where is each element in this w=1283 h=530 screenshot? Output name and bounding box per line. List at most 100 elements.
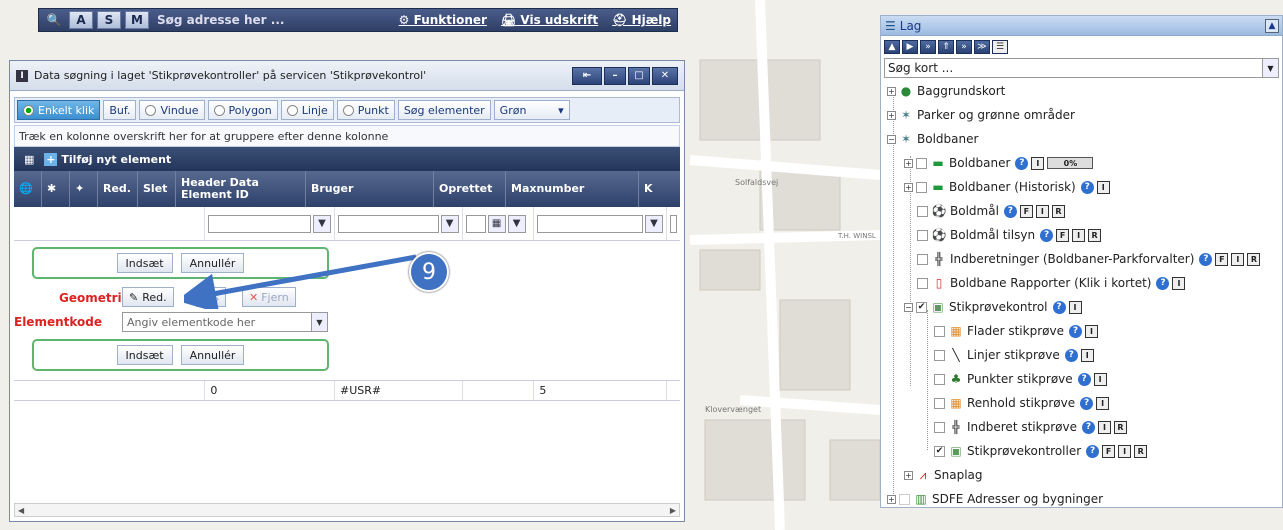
help-link[interactable]: ⛑ Hjælp xyxy=(612,13,671,27)
horizontal-scrollbar[interactable]: ◀ ▶ xyxy=(14,503,680,517)
help-icon[interactable]: ? xyxy=(1080,396,1094,410)
col-header-id[interactable]: Header Data Element ID xyxy=(176,171,306,207)
layer-item-boldbaner-group[interactable]: − ✶ Boldbaner xyxy=(887,128,978,150)
info-icon[interactable]: I xyxy=(1172,276,1186,290)
filter-input-maxnumber[interactable] xyxy=(537,214,644,233)
mode-button-m[interactable]: M xyxy=(125,11,149,29)
report-icon[interactable]: R xyxy=(1134,444,1148,458)
info-icon[interactable]: I xyxy=(1072,228,1086,242)
window-button[interactable]: Vindue xyxy=(139,100,205,120)
layer-checkbox[interactable] xyxy=(916,181,927,193)
info-icon[interactable]: I xyxy=(1035,204,1049,218)
help-icon[interactable]: ? xyxy=(1077,372,1091,386)
search-elements-button[interactable]: Søg elementer xyxy=(397,100,491,120)
layer-checkbox[interactable]: ✔ xyxy=(934,445,945,457)
cancel-button[interactable]: Annullér xyxy=(180,345,245,365)
color-select[interactable]: Grøn ▾ xyxy=(493,100,570,120)
last-icon[interactable]: ≫ xyxy=(974,40,990,54)
layer-item-parker[interactable]: + ✶ Parker og grønne områder xyxy=(887,104,1075,126)
filter-input-oprettet[interactable] xyxy=(465,214,486,233)
layer-checkbox[interactable] xyxy=(917,253,928,265)
layer-item-renhold[interactable]: ▦ Renhold stikprøve? I xyxy=(934,392,1110,414)
filter-input-bruger[interactable] xyxy=(338,214,439,233)
info-icon[interactable]: I xyxy=(1097,420,1111,434)
element-code-select[interactable]: Angiv elementkode her ▼ xyxy=(122,312,328,332)
globe-icon[interactable]: 🌐 xyxy=(14,171,42,207)
single-click-button[interactable]: Enkelt klik xyxy=(17,100,101,120)
filter-badge-icon[interactable]: F xyxy=(1215,252,1229,266)
search-settings-icon[interactable]: 🔍 xyxy=(45,12,63,28)
layer-checkbox[interactable] xyxy=(917,205,928,217)
layer-checkbox[interactable] xyxy=(934,349,945,361)
select-icon[interactable]: ✦ xyxy=(70,171,98,207)
layer-item-indberetninger[interactable]: ╬ Indberetninger (Boldbaner-Parkforvalter… xyxy=(917,248,1261,270)
expand-icon[interactable]: + xyxy=(904,470,913,480)
collapse-icon[interactable]: − xyxy=(887,134,896,144)
col-red[interactable]: Red. xyxy=(98,171,138,207)
expand-icon[interactable]: + xyxy=(887,86,896,96)
layer-checkbox[interactable] xyxy=(899,493,910,505)
help-icon[interactable]: ? xyxy=(1081,420,1095,434)
help-icon[interactable]: ? xyxy=(1068,324,1082,338)
help-icon[interactable]: ? xyxy=(1086,444,1100,458)
scroll-left-icon[interactable]: ◀ xyxy=(18,506,24,515)
layer-item-boldbane-rapporter[interactable]: ▯ Boldbane Rapporter (Klik i kortet)? I xyxy=(917,272,1186,294)
line-button[interactable]: Linje xyxy=(280,100,334,120)
info-icon[interactable]: I xyxy=(1231,252,1245,266)
info-icon[interactable]: I xyxy=(1093,372,1107,386)
help-icon[interactable]: ? xyxy=(1199,252,1213,266)
help-icon[interactable]: ? xyxy=(1040,228,1054,242)
info-icon[interactable]: I xyxy=(1031,156,1045,170)
close-button[interactable]: ✕ xyxy=(652,66,678,85)
help-icon[interactable]: ? xyxy=(1156,276,1170,290)
legend-icon[interactable]: ☰ xyxy=(992,40,1008,54)
expand-icon[interactable]: + xyxy=(904,158,913,168)
add-element-button[interactable]: Tilføj nyt element xyxy=(61,153,171,166)
layer-item-linjer[interactable]: ╲ Linjer stikprøve? I xyxy=(934,344,1094,366)
layer-item-sdfe[interactable]: + ▥ SDFE Adresser og bygninger xyxy=(887,488,1103,510)
address-search-input[interactable]: Søg adresse her ... xyxy=(157,13,297,27)
filter-icon[interactable]: ▼ xyxy=(440,214,459,233)
polygon-button[interactable]: Polygon xyxy=(207,100,278,120)
layer-item-stikproevekontrol[interactable]: − ✔ ▣ Stikprøvekontrol? I xyxy=(904,296,1082,318)
layer-checkbox[interactable] xyxy=(934,421,945,433)
report-icon[interactable]: R xyxy=(1247,252,1261,266)
layer-item-punkter[interactable]: ♣ Punkter stikprøve? I xyxy=(934,368,1107,390)
filter-badge-icon[interactable]: F xyxy=(1102,444,1116,458)
filter-icon[interactable]: ▼ xyxy=(313,214,332,233)
expand-icon[interactable]: + xyxy=(887,494,896,504)
info-icon[interactable]: I xyxy=(1084,324,1098,338)
layer-item-baggrundskort[interactable]: + ● Baggrundskort xyxy=(887,80,1005,102)
col-maxnumber[interactable]: Maxnumber xyxy=(506,171,639,207)
report-icon[interactable]: R xyxy=(1088,228,1102,242)
collapse-icon[interactable]: − xyxy=(904,302,913,312)
mode-button-s[interactable]: S xyxy=(97,11,121,29)
map-search-select[interactable]: Søg kort ... ▼ xyxy=(884,58,1279,78)
layer-item-snaplag[interactable]: + ⩘ Snaplag xyxy=(904,464,983,486)
print-link[interactable]: 🖨 Vis udskrift xyxy=(501,13,598,27)
layer-item-flader[interactable]: ▦ Flader stikprøve? I xyxy=(934,320,1098,342)
info-icon[interactable]: I xyxy=(1096,396,1110,410)
filter-badge-icon[interactable]: F xyxy=(1056,228,1070,242)
help-icon[interactable]: ? xyxy=(1080,180,1094,194)
col-bruger[interactable]: Bruger xyxy=(306,171,434,207)
help-icon[interactable]: ? xyxy=(1015,156,1029,170)
col-oprettet[interactable]: Oprettet xyxy=(434,171,506,207)
geometry-edit-button[interactable]: ✎ Red. xyxy=(122,287,174,307)
next-icon[interactable]: » xyxy=(956,40,972,54)
expand-icon[interactable]: + xyxy=(904,182,913,192)
maximize-button[interactable]: □ xyxy=(628,66,650,85)
layer-checkbox[interactable] xyxy=(917,229,928,241)
info-icon[interactable]: I xyxy=(1080,348,1094,362)
up-icon[interactable]: ⇑ xyxy=(938,40,954,54)
col-slet[interactable]: Slet xyxy=(138,171,176,207)
report-icon[interactable]: R xyxy=(1051,204,1065,218)
col-k[interactable]: K xyxy=(639,171,680,207)
filter-icon[interactable]: ▼ xyxy=(645,214,664,233)
layer-item-indberet[interactable]: ╬ Indberet stikprøve? I R xyxy=(934,416,1127,438)
calendar-icon[interactable]: ▦ xyxy=(487,214,506,233)
layer-item-boldmaal[interactable]: ⚽ Boldmål? F I R xyxy=(917,200,1065,222)
layer-checkbox[interactable] xyxy=(934,397,945,409)
layer-checkbox[interactable] xyxy=(917,277,928,289)
info-icon[interactable]: I xyxy=(1096,180,1110,194)
